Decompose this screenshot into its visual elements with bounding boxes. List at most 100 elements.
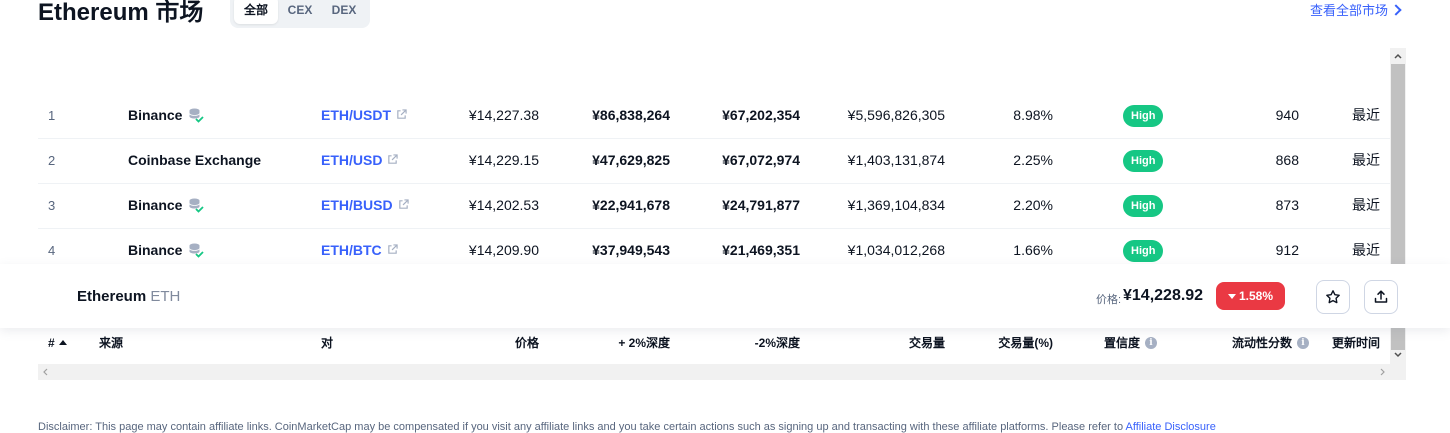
row-volume: ¥5,596,826,305 bbox=[847, 107, 945, 123]
tab-dex[interactable]: DEX bbox=[322, 0, 366, 24]
share-button[interactable] bbox=[1364, 280, 1398, 314]
row-source[interactable]: Coinbase Exchange bbox=[128, 138, 261, 183]
view-all-markets-link[interactable]: 查看全部市场 bbox=[1309, 0, 1402, 19]
row-plus-depth: ¥22,941,678 bbox=[592, 197, 670, 213]
col-liquidity-label: 流动性分数 bbox=[1231, 336, 1292, 350]
row-updated: 最近 bbox=[1352, 107, 1380, 123]
row-confidence: High bbox=[1123, 183, 1164, 228]
info-icon[interactable]: i bbox=[1297, 336, 1309, 349]
external-link-icon bbox=[388, 154, 399, 164]
col-minus-depth-header[interactable]: -2%深度 bbox=[755, 322, 800, 364]
table-row[interactable]: 2 Coinbase Exchange ETH/USD ¥14,229.15 ¥… bbox=[38, 138, 1390, 184]
coin-symbol: ETH bbox=[150, 288, 181, 305]
info-icon[interactable]: i bbox=[1145, 336, 1158, 349]
row-rank: 2 bbox=[48, 153, 56, 168]
col-volume-pct-header[interactable]: 交易量(%) bbox=[998, 322, 1053, 364]
col-pair-header[interactable]: 对 bbox=[321, 322, 333, 364]
row-plus-depth: ¥86,838,264 bbox=[592, 107, 670, 123]
source-name: Binance bbox=[128, 107, 183, 123]
col-plus-depth-header[interactable]: + 2%深度 bbox=[618, 322, 670, 364]
affiliate-disclosure-link[interactable]: Affiliate Disclosure bbox=[1126, 421, 1216, 433]
row-rank: 1 bbox=[48, 108, 56, 123]
watchlist-star-button[interactable] bbox=[1316, 280, 1350, 314]
col-rank-header[interactable]: # bbox=[48, 322, 67, 364]
row-price: ¥14,202.53 bbox=[468, 197, 539, 213]
col-confidence-header[interactable]: 置信度 i bbox=[1104, 322, 1158, 364]
price-change-value: 1.58% bbox=[1238, 289, 1274, 303]
row-minus-depth: ¥67,072,974 bbox=[722, 152, 800, 168]
scroll-right-arrow-icon[interactable] bbox=[1374, 364, 1390, 380]
row-confidence: High bbox=[1123, 138, 1164, 183]
col-volume-header[interactable]: 交易量 bbox=[909, 322, 945, 364]
row-minus-depth: ¥24,791,877 bbox=[722, 197, 800, 213]
external-link-icon bbox=[387, 244, 398, 254]
scroll-up-arrow-icon[interactable] bbox=[1390, 48, 1406, 64]
scroll-down-arrow-icon[interactable] bbox=[1390, 347, 1406, 363]
col-liquidity-header[interactable]: 流动性分数 i bbox=[1232, 322, 1309, 364]
caret-down-icon bbox=[1227, 294, 1236, 299]
price-change-badge: 1.58% bbox=[1216, 282, 1285, 310]
coin-name-label: Ethereum bbox=[77, 288, 147, 305]
col-updated-header[interactable]: 更新时间 bbox=[1332, 322, 1380, 364]
row-volume-pct: 8.98% bbox=[1013, 107, 1053, 123]
verified-exchange-icon bbox=[189, 108, 205, 124]
coin-price: ¥14,228.92 bbox=[1123, 287, 1204, 304]
col-source-header[interactable]: 来源 bbox=[99, 322, 123, 364]
external-link-icon bbox=[398, 199, 409, 209]
row-pair-link[interactable]: ETH/USDT bbox=[321, 93, 407, 138]
disclaimer-text: Disclaimer: This page may contain affili… bbox=[38, 421, 1126, 433]
source-name: Coinbase Exchange bbox=[128, 152, 262, 168]
confidence-badge: High bbox=[1123, 150, 1164, 173]
table-row[interactable]: 3 Binance ETH/BUSD ¥14,202.53 ¥22,941,67… bbox=[38, 183, 1390, 229]
table-row[interactable]: 1 Binance ETH/USDT ¥14,227.38 ¥86,838,26… bbox=[38, 93, 1390, 139]
price-label: 价格: bbox=[1096, 294, 1122, 306]
row-liquidity: 868 bbox=[1275, 152, 1299, 168]
pair-label: ETH/BTC bbox=[321, 242, 382, 258]
tab-all[interactable]: 全部 bbox=[234, 0, 278, 24]
source-name: Binance bbox=[128, 242, 183, 258]
scroll-left-arrow-icon[interactable] bbox=[38, 364, 54, 380]
row-liquidity: 940 bbox=[1275, 107, 1299, 123]
pair-label: ETH/BUSD bbox=[321, 197, 393, 213]
row-price: ¥14,229.15 bbox=[468, 152, 539, 168]
view-all-markets-label: 查看全部市场 bbox=[1309, 3, 1388, 18]
row-pair-link[interactable]: ETH/USD bbox=[321, 138, 399, 183]
row-updated: 最近 bbox=[1352, 197, 1380, 213]
affiliate-disclaimer: Disclaimer: This page may contain affili… bbox=[38, 421, 1216, 433]
source-name: Binance bbox=[128, 197, 183, 213]
horizontal-scrollbar[interactable] bbox=[38, 364, 1406, 380]
row-updated: 最近 bbox=[1352, 152, 1380, 168]
col-price-header[interactable]: 价格 bbox=[515, 322, 539, 364]
market-filter-tabs: 全部 CEX DEX bbox=[230, 0, 370, 28]
row-volume-pct: 2.20% bbox=[1013, 197, 1053, 213]
row-source[interactable]: Binance bbox=[128, 93, 205, 138]
confidence-badge: High bbox=[1123, 195, 1164, 218]
col-confidence-label: 置信度 bbox=[1104, 336, 1141, 350]
row-rank: 3 bbox=[48, 198, 56, 213]
page-title: Ethereum 市场 bbox=[38, 0, 204, 26]
col-rank-label: # bbox=[48, 336, 55, 350]
pair-label: ETH/USDT bbox=[321, 107, 391, 123]
confidence-badge: High bbox=[1123, 240, 1164, 263]
row-confidence: High bbox=[1123, 93, 1164, 138]
row-pair-link[interactable]: ETH/BUSD bbox=[321, 183, 409, 228]
pair-label: ETH/USD bbox=[321, 152, 383, 168]
row-price: ¥14,227.38 bbox=[468, 107, 539, 123]
sticky-coin-bar: Ethereum ETH 价格: ¥14,228.92 1.58% bbox=[0, 264, 1450, 328]
verified-exchange-icon bbox=[189, 198, 205, 214]
row-liquidity: 873 bbox=[1275, 197, 1299, 213]
row-minus-depth: ¥67,202,354 bbox=[722, 107, 800, 123]
row-volume-pct: 2.25% bbox=[1013, 152, 1053, 168]
tab-cex[interactable]: CEX bbox=[278, 0, 322, 24]
coin-name: Ethereum ETH bbox=[77, 288, 180, 305]
sort-ascending-icon bbox=[58, 340, 67, 345]
row-source[interactable]: Binance bbox=[128, 183, 205, 228]
table-header: # 来源 对 价格 + 2%深度 -2%深度 交易量 交易量(%) 置信度 i 流… bbox=[38, 322, 1390, 365]
verified-exchange-icon bbox=[189, 243, 205, 259]
chevron-right-icon bbox=[1390, 4, 1402, 16]
row-plus-depth: ¥47,629,825 bbox=[592, 152, 670, 168]
confidence-badge: High bbox=[1123, 105, 1164, 128]
row-volume: ¥1,369,104,834 bbox=[847, 197, 945, 213]
external-link-icon bbox=[397, 109, 407, 119]
star-icon bbox=[1326, 290, 1340, 304]
